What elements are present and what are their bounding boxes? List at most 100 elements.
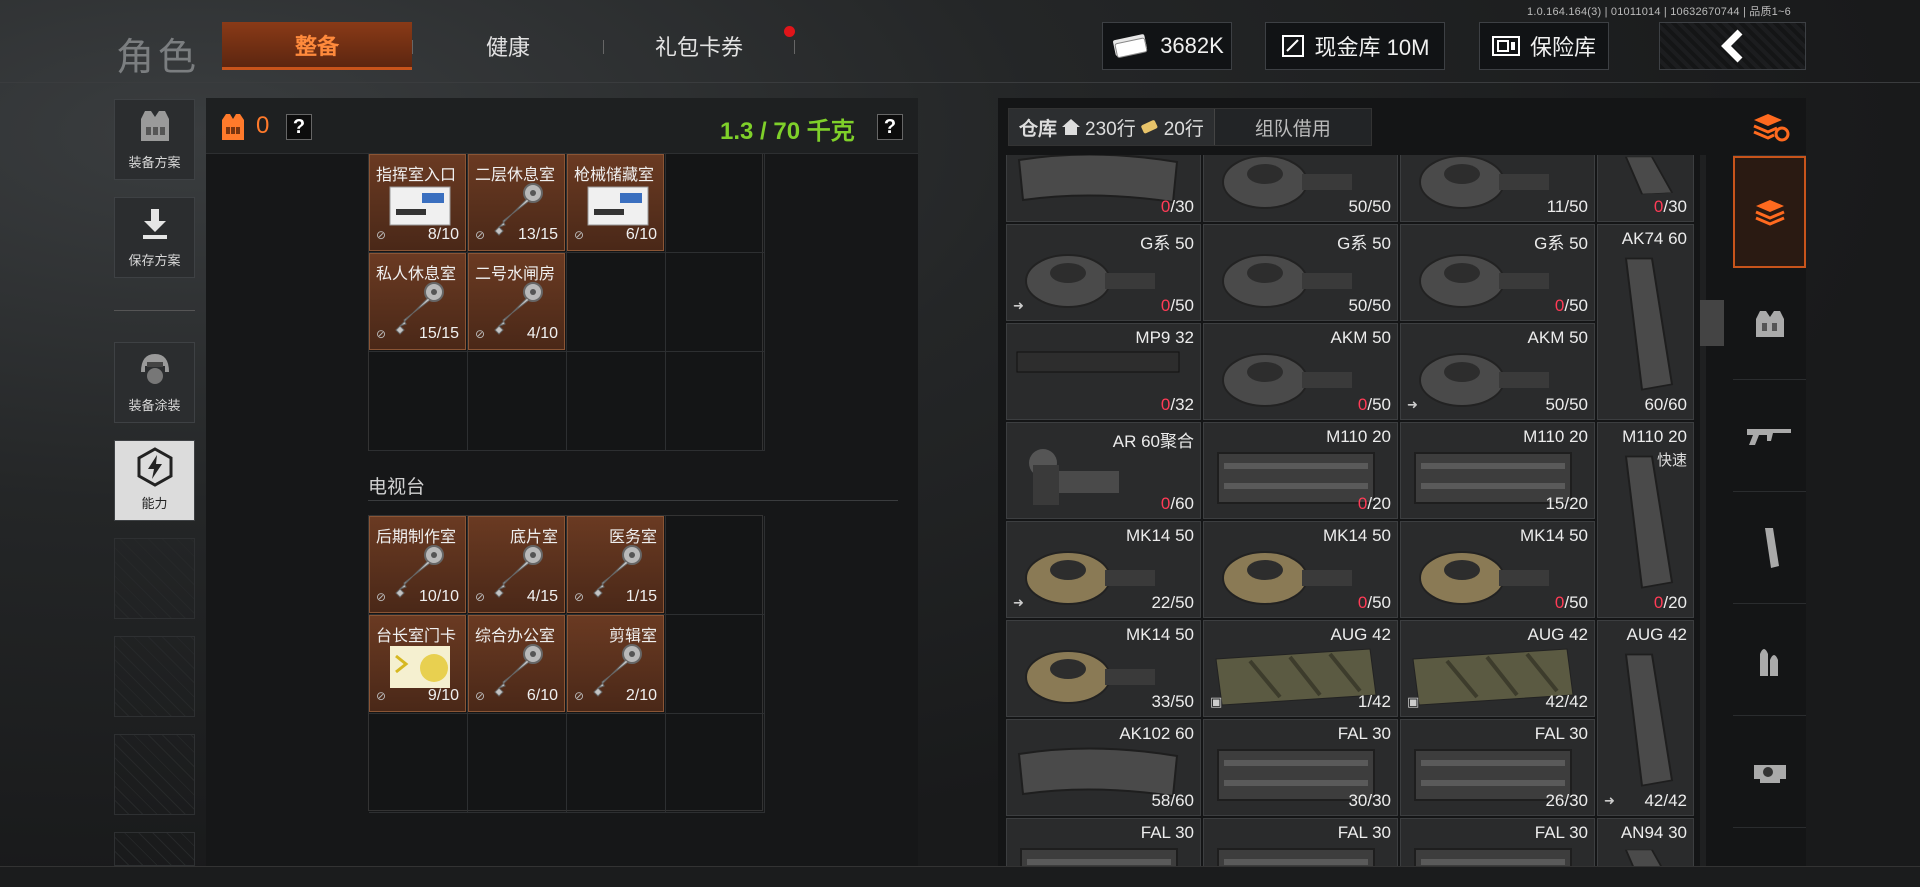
role-title[interactable]: 角色 xyxy=(116,26,200,81)
back-button[interactable] xyxy=(1659,22,1806,70)
key-item[interactable]: 医务室 ⊘ 1/15 xyxy=(567,516,664,613)
key-item[interactable]: 私人休息室 ⊘ 15/15 xyxy=(369,253,466,350)
key-item[interactable]: 底片室 ⊘ 4/15 xyxy=(468,516,565,613)
tab-gift-vouchers[interactable]: 礼包卡券 xyxy=(604,22,794,70)
warehouse-slot-tall[interactable]: AN94 30 xyxy=(1597,818,1694,867)
drum-magazine-icon xyxy=(1025,650,1155,704)
warehouse-slot-tall[interactable]: M110 20 快速 0/20 xyxy=(1597,422,1694,618)
tab-loadout[interactable]: 整备 xyxy=(222,22,412,70)
magazine-icon xyxy=(1017,155,1179,204)
grid-cell[interactable] xyxy=(666,615,765,714)
item-quantity: 0/50 xyxy=(1555,593,1588,613)
key-item[interactable]: 综合办公室 ⊘ 6/10 xyxy=(468,615,565,712)
sidebar-label: 装备涂装 xyxy=(128,398,181,413)
tab-health[interactable]: 健康 xyxy=(413,22,603,70)
category-magazines[interactable] xyxy=(1733,492,1806,604)
grid-cell[interactable] xyxy=(666,516,765,615)
grid-cell[interactable] xyxy=(666,352,765,451)
help-button[interactable]: ? xyxy=(286,114,312,140)
grid-cell[interactable] xyxy=(567,352,666,451)
category-armor[interactable] xyxy=(1733,268,1806,380)
item-name: AKM 50 xyxy=(1527,328,1588,347)
warehouse-slot[interactable]: AK102 60 58/60 xyxy=(1006,719,1201,816)
grid-cell[interactable] xyxy=(666,253,765,352)
warehouse-slot[interactable]: MP9 32 0/32 xyxy=(1006,323,1201,420)
sort-refresh-button[interactable] xyxy=(1733,98,1806,156)
grid-cell[interactable] xyxy=(666,154,765,253)
magazine-icon xyxy=(1624,849,1663,867)
safe-button[interactable]: 保险库 xyxy=(1479,22,1609,70)
warehouse-slot[interactable]: FAL 30 30/30 xyxy=(1203,719,1398,816)
item-quantity: 1/42 xyxy=(1358,692,1391,712)
warehouse-slot[interactable]: VSS 300/30 xyxy=(1006,155,1201,222)
item-name: AUG 42 xyxy=(1330,625,1391,644)
ability-icon xyxy=(137,447,172,487)
warehouse-slot[interactable]: FAL 30 26/30 xyxy=(1400,719,1595,816)
warehouse-slot[interactable]: AKM 50 ➜ 50/50 xyxy=(1400,323,1595,420)
warehouse-slot[interactable]: AKM 50 0/50 xyxy=(1203,323,1398,420)
key-item[interactable]: 剪辑室 ⊘ 2/10 xyxy=(567,615,664,712)
marker-icon: ➜ xyxy=(1407,397,1418,412)
grid-cell[interactable] xyxy=(369,714,468,813)
cash-vault-button[interactable]: 现金库 10M xyxy=(1265,22,1445,70)
key-item[interactable]: 指挥室入口 ⊘ 8/10 xyxy=(369,154,466,251)
loadout-plan-button[interactable]: 装备方案 xyxy=(114,99,195,180)
item-have: 15 xyxy=(1545,494,1565,513)
warehouse-slot[interactable]: M110 20 0/20 xyxy=(1203,422,1398,519)
key-item[interactable]: 枪械储藏室 ⊘ 6/10 xyxy=(567,154,664,251)
warehouse-tab[interactable]: 仓库 230行 20行 xyxy=(1009,109,1214,145)
grid-cell[interactable] xyxy=(567,253,666,352)
key-quantity: 6/10 xyxy=(625,226,657,243)
scrollbar-track[interactable] xyxy=(1700,155,1706,867)
key-quantity: 15/15 xyxy=(418,325,459,342)
warehouse-slot[interactable]: G系 5050/50 xyxy=(1203,224,1398,321)
warehouse-slot[interactable]: MK14 50 33/50 xyxy=(1006,620,1201,717)
money-display[interactable]: 3682K xyxy=(1102,22,1232,70)
warehouse-slot[interactable]: G系 5050/50 xyxy=(1203,155,1398,222)
warehouse-slot[interactable]: AR 60聚合 0/60 xyxy=(1006,422,1201,519)
item-quantity: 58/60 xyxy=(1151,791,1194,811)
warehouse-slot[interactable]: MK14 50 0/50 xyxy=(1400,521,1595,618)
scrollbar-thumb[interactable] xyxy=(1700,300,1724,346)
warehouse-slot[interactable]: G系 50 ➜ 0/50 xyxy=(1006,224,1201,321)
item-name: M110 20 xyxy=(1326,427,1391,446)
warehouse-slot[interactable]: AUG 42 ▣ 1/42 xyxy=(1203,620,1398,717)
item-subtitle: 快速 xyxy=(1656,452,1687,469)
item-quantity: 0/60 xyxy=(1161,494,1194,514)
bind-icon: ⊘ xyxy=(475,689,486,703)
category-attachments[interactable] xyxy=(1733,716,1806,828)
grid-cell[interactable] xyxy=(666,714,765,813)
warehouse-slot[interactable]: G系 50 0/50 xyxy=(1400,224,1595,321)
category-ammo[interactable] xyxy=(1733,604,1806,716)
key-item[interactable]: 后期制作室 ⊘ 10/10 xyxy=(369,516,466,613)
warehouse-slot-tall[interactable]: AUG 42 ➜ 42/42 xyxy=(1597,620,1694,816)
weight-help-button[interactable]: ? xyxy=(877,114,903,140)
warehouse-slot[interactable]: FAL 30 xyxy=(1203,818,1398,867)
grid-cell[interactable] xyxy=(468,352,567,451)
grid-cell[interactable] xyxy=(369,352,468,451)
equipment-skin-button[interactable]: 装备涂装 xyxy=(114,342,195,423)
warehouse-slot[interactable]: MK14 50 0/50 xyxy=(1203,521,1398,618)
save-plan-button[interactable]: 保存方案 xyxy=(114,197,195,278)
team-borrow-tab[interactable]: 组队借用 xyxy=(1213,109,1371,145)
warehouse-slot[interactable]: M110 20 15/20 xyxy=(1400,422,1595,519)
warehouse-slot-tall[interactable]: 0/30 xyxy=(1597,155,1694,222)
key-item[interactable]: 二号水闸房 ⊘ 4/10 xyxy=(468,253,565,350)
warehouse-slot[interactable]: FAL 30 xyxy=(1006,818,1201,867)
grid-cell[interactable] xyxy=(468,714,567,813)
warehouse-slot[interactable]: AUG 42 ▣ 42/42 xyxy=(1400,620,1595,717)
key-item[interactable]: 台长室门卡 ⊘ 9/10 xyxy=(369,615,466,712)
item-name: G系 50 xyxy=(1140,234,1194,253)
ability-button[interactable]: 能力 xyxy=(114,440,195,521)
warehouse-slot-tall[interactable]: AK74 60 60/60 xyxy=(1597,224,1694,420)
category-all[interactable] xyxy=(1733,156,1806,268)
warehouse-slot[interactable]: G系 5011/50 xyxy=(1400,155,1595,222)
grid-cell[interactable] xyxy=(567,714,666,813)
warehouse-slot[interactable]: MK14 50 ➜ 22/50 xyxy=(1006,521,1201,618)
key-item[interactable]: 二层休息室 ⊘ 13/15 xyxy=(468,154,565,251)
category-weapons[interactable] xyxy=(1733,380,1806,492)
warehouse-slot[interactable]: FAL 30 xyxy=(1400,818,1595,867)
empty-slot xyxy=(114,734,195,815)
header-divider xyxy=(0,82,1920,83)
item-cap: /30 xyxy=(1170,197,1194,216)
